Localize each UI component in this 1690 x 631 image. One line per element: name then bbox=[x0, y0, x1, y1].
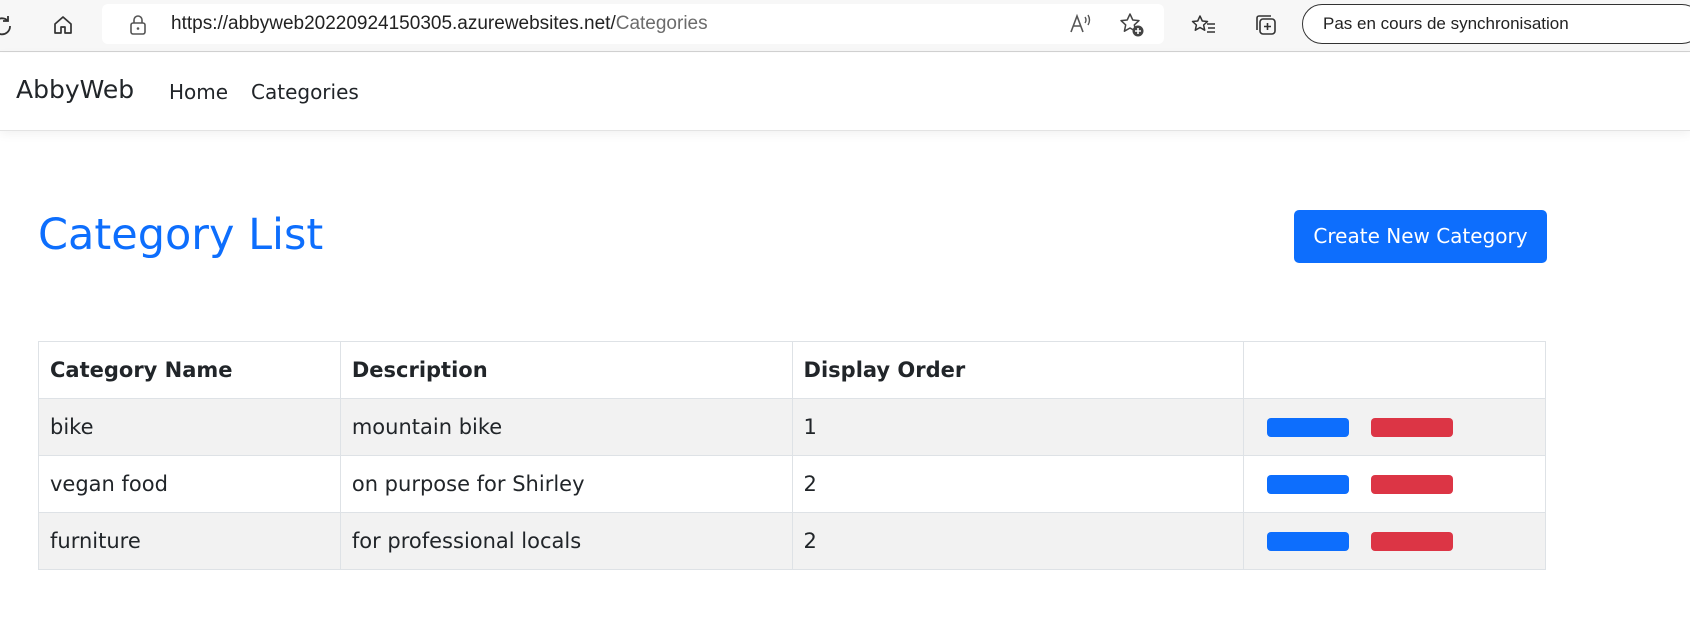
home-icon[interactable] bbox=[47, 9, 79, 41]
cell-description: on purpose for Shirley bbox=[339, 455, 793, 513]
collections-icon[interactable] bbox=[1250, 9, 1282, 41]
categories-table: Category Name Description Display Order … bbox=[38, 341, 1546, 570]
cell-actions bbox=[1243, 455, 1546, 513]
cell-description: for professional locals bbox=[339, 512, 793, 570]
cell-actions bbox=[1243, 512, 1546, 570]
lock-icon[interactable] bbox=[128, 14, 148, 36]
table-header-row: Category Name Description Display Order bbox=[38, 341, 1546, 399]
header-display-order: Display Order bbox=[791, 341, 1245, 399]
add-favorite-icon[interactable] bbox=[1118, 11, 1146, 39]
profile-sync-button[interactable]: Pas en cours de synchronisation bbox=[1302, 4, 1690, 44]
nav-link-home[interactable]: Home bbox=[169, 80, 228, 104]
sync-status-label: Pas en cours de synchronisation bbox=[1323, 14, 1569, 33]
address-bar[interactable]: https://abbyweb20220924150305.azurewebsi… bbox=[102, 4, 1164, 44]
url-path: Categories bbox=[615, 13, 708, 34]
cell-display-order: 2 bbox=[791, 455, 1245, 513]
edit-button[interactable] bbox=[1267, 474, 1350, 494]
url-text[interactable]: https://abbyweb20220924150305.azurewebsi… bbox=[171, 13, 708, 35]
header-description: Description bbox=[339, 341, 793, 399]
create-category-button[interactable]: Create New Category bbox=[1294, 210, 1547, 263]
cell-category-name: vegan food bbox=[38, 455, 341, 513]
cell-description: mountain bike bbox=[339, 398, 793, 456]
page-title: Category List bbox=[38, 210, 324, 260]
header-actions bbox=[1243, 341, 1546, 399]
read-aloud-icon[interactable] bbox=[1068, 11, 1094, 37]
table-row: vegan food on purpose for Shirley 2 bbox=[38, 455, 1546, 513]
edit-button[interactable] bbox=[1267, 417, 1350, 437]
delete-button[interactable] bbox=[1371, 531, 1454, 551]
cell-display-order: 1 bbox=[791, 398, 1245, 456]
cell-actions bbox=[1243, 398, 1546, 456]
table-row: bike mountain bike 1 bbox=[38, 398, 1546, 456]
header-category-name: Category Name bbox=[38, 341, 341, 399]
cell-category-name: furniture bbox=[38, 512, 341, 570]
url-main: https://abbyweb20220924150305.azurewebsi… bbox=[171, 13, 616, 34]
site-navbar: AbbyWeb Home Categories bbox=[0, 53, 1690, 131]
nav-link-categories[interactable]: Categories bbox=[251, 80, 359, 104]
browser-toolbar: https://abbyweb20220924150305.azurewebsi… bbox=[0, 0, 1690, 52]
table-row: furniture for professional locals 2 bbox=[38, 512, 1546, 570]
brand-link[interactable]: AbbyWeb bbox=[16, 75, 134, 104]
cell-category-name: bike bbox=[38, 398, 341, 456]
delete-button[interactable] bbox=[1371, 474, 1454, 494]
refresh-icon[interactable] bbox=[0, 9, 18, 41]
favorites-icon[interactable] bbox=[1188, 9, 1220, 41]
delete-button[interactable] bbox=[1371, 417, 1454, 437]
cell-display-order: 2 bbox=[791, 512, 1245, 570]
edit-button[interactable] bbox=[1267, 531, 1350, 551]
